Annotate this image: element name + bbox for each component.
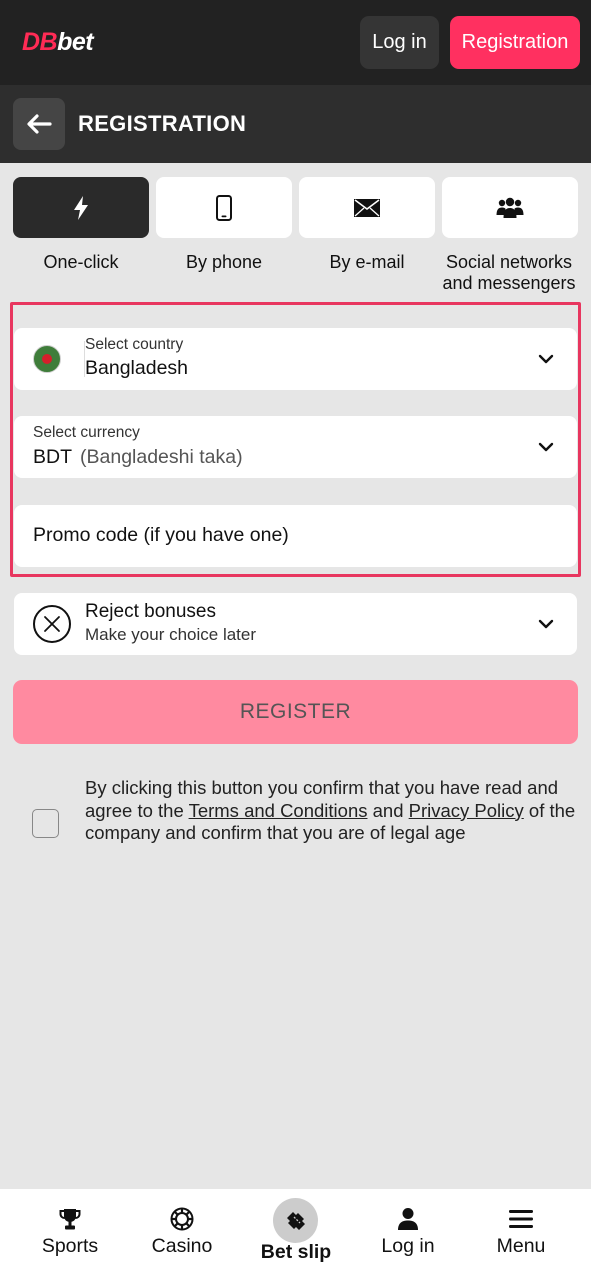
promo-code-placeholder: Promo code (if you have one) bbox=[33, 524, 289, 546]
arrow-left-icon bbox=[27, 114, 52, 134]
country-select-label: Select country bbox=[85, 336, 184, 353]
logo-part-bet: bet bbox=[57, 28, 94, 56]
bottom-nav: Sports Casino Bet slip Log in Menu bbox=[0, 1189, 591, 1280]
method-one-click-label: One-click bbox=[43, 252, 119, 272]
envelope-icon bbox=[354, 198, 380, 217]
country-select[interactable]: Select country Bangladesh bbox=[14, 328, 577, 390]
nav-menu-label: Menu bbox=[496, 1235, 546, 1257]
bangladesh-flag-icon bbox=[33, 345, 61, 373]
method-social-label: Social networks and messengers bbox=[434, 252, 584, 294]
method-by-phone-label: By phone bbox=[185, 252, 263, 272]
method-by-email-label: By e-mail bbox=[329, 252, 405, 272]
currency-select[interactable]: Select currency BDT (Bangladeshi taka) bbox=[14, 416, 577, 478]
currency-code: BDT bbox=[33, 446, 72, 468]
nav-login-label: Log in bbox=[381, 1235, 435, 1257]
casino-chip-icon bbox=[170, 1207, 194, 1231]
chevron-down-icon bbox=[538, 619, 554, 629]
bonus-subtitle: Make your choice later bbox=[85, 625, 257, 644]
bonus-select[interactable]: Reject bonuses Make your choice later bbox=[14, 593, 577, 655]
user-icon bbox=[398, 1208, 418, 1230]
bet-slip-badge bbox=[273, 1198, 318, 1243]
nav-casino[interactable]: Casino bbox=[123, 1189, 241, 1280]
consent-text: By clicking this button you confirm that… bbox=[85, 777, 577, 845]
nav-menu[interactable]: Menu bbox=[462, 1189, 580, 1280]
terms-link[interactable]: Terms and Conditions bbox=[189, 800, 368, 821]
dbbet-logo[interactable]: DBbet bbox=[22, 28, 94, 56]
method-by-email-tab[interactable] bbox=[299, 177, 435, 238]
users-icon bbox=[496, 197, 524, 218]
nav-sports-label: Sports bbox=[41, 1235, 99, 1257]
phone-icon bbox=[216, 194, 232, 221]
back-button[interactable] bbox=[13, 98, 65, 150]
title-bar: REGISTRATION bbox=[0, 85, 591, 163]
register-button[interactable]: REGISTER bbox=[13, 680, 578, 744]
privacy-link[interactable]: Privacy Policy bbox=[409, 800, 524, 821]
top-bar: DBbet Log in Registration bbox=[0, 0, 591, 85]
currency-name: (Bangladeshi taka) bbox=[80, 446, 243, 468]
trophy-icon bbox=[59, 1209, 81, 1230]
currency-select-value: BDT (Bangladeshi taka) bbox=[33, 446, 243, 469]
consent-text-and: and bbox=[367, 799, 409, 821]
nav-login[interactable]: Log in bbox=[349, 1189, 467, 1280]
hamburger-icon bbox=[509, 1210, 533, 1228]
method-by-phone-tab[interactable] bbox=[156, 177, 292, 238]
page-title: REGISTRATION bbox=[78, 111, 247, 136]
promo-code-field[interactable]: Promo code (if you have one) bbox=[14, 505, 577, 567]
logo-part-db: DB bbox=[22, 28, 58, 56]
currency-select-label: Select currency bbox=[33, 424, 140, 441]
bonus-title: Reject bonuses bbox=[85, 601, 216, 622]
method-social-label-line2: and messengers bbox=[442, 273, 576, 293]
ticket-icon bbox=[286, 1211, 305, 1230]
x-circle-icon bbox=[33, 605, 71, 643]
nav-bet-slip[interactable]: Bet slip bbox=[237, 1189, 355, 1280]
nav-casino-label: Casino bbox=[151, 1235, 213, 1257]
chevron-down-icon bbox=[538, 354, 554, 364]
lightning-icon bbox=[74, 195, 88, 220]
nav-bet-slip-label: Bet slip bbox=[260, 1241, 332, 1263]
method-social-tab[interactable] bbox=[442, 177, 578, 238]
chevron-down-icon bbox=[538, 442, 554, 452]
consent-checkbox[interactable] bbox=[32, 809, 59, 838]
header-login-button[interactable]: Log in bbox=[360, 16, 439, 69]
country-select-value: Bangladesh bbox=[85, 357, 189, 379]
method-one-click-tab[interactable] bbox=[13, 177, 149, 238]
method-social-label-line1: Social networks bbox=[445, 252, 573, 272]
nav-sports[interactable]: Sports bbox=[11, 1189, 129, 1280]
header-registration-button[interactable]: Registration bbox=[450, 16, 580, 69]
